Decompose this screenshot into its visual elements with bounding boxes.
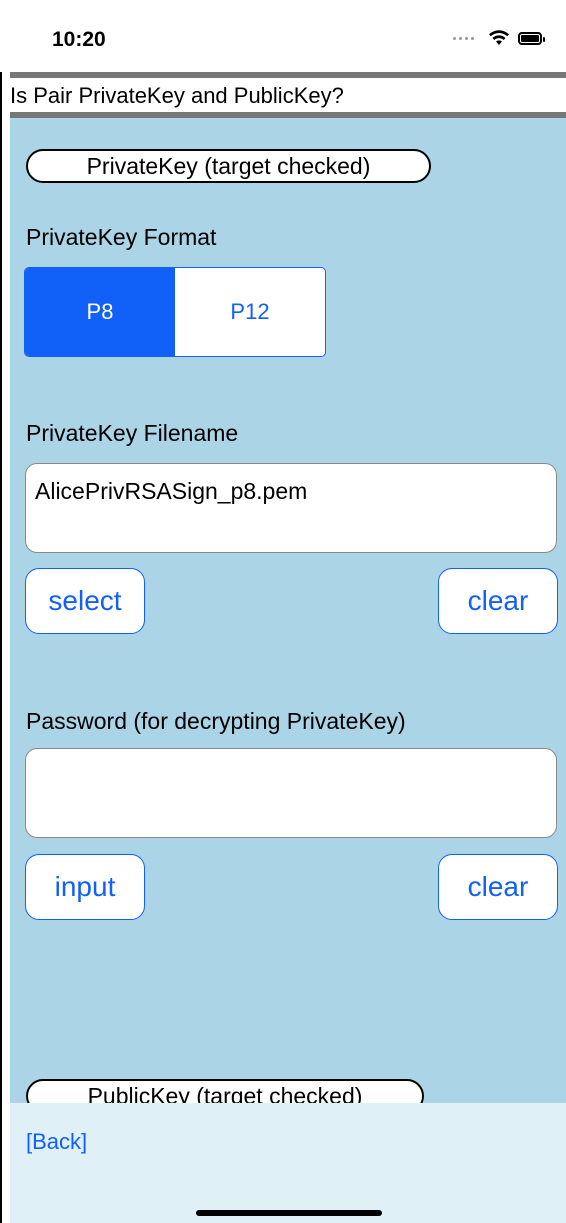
signal-dots-icon <box>453 36 474 40</box>
private-key-filename-value: AlicePrivRSASign_p8.pem <box>35 478 308 504</box>
title-bar: Is Pair PrivateKey and PublicKey? <box>10 78 566 112</box>
private-key-filename-label: PrivateKey Filename <box>26 420 239 446</box>
format-segment-p8[interactable]: P8 <box>25 268 175 356</box>
password-field[interactable] <box>25 748 557 838</box>
wifi-icon <box>489 30 509 45</box>
format-segment-p12[interactable]: P12 <box>175 268 325 356</box>
battery-icon <box>518 31 545 45</box>
bottom-bar: [Back] <box>10 1103 566 1223</box>
left-frame-border <box>0 0 2 1223</box>
private-key-header-pill[interactable]: PrivateKey (target checked) <box>26 149 431 183</box>
back-link[interactable]: [Back] <box>26 1129 87 1155</box>
status-bar: 10:20 <box>0 0 566 72</box>
status-icons <box>453 30 545 46</box>
clear-password-button[interactable]: clear <box>438 854 558 920</box>
private-key-filename-field[interactable]: AlicePrivRSASign_p8.pem <box>25 463 557 553</box>
private-key-format-segmented-control[interactable]: P8 P12 <box>24 267 326 357</box>
private-key-format-label: PrivateKey Format <box>26 224 217 250</box>
main-content[interactable]: PrivateKey (target checked) PrivateKey F… <box>10 118 566 1103</box>
status-time: 10:20 <box>52 28 106 51</box>
input-password-button[interactable]: input <box>25 854 145 920</box>
select-file-button[interactable]: select <box>25 568 145 634</box>
clear-filename-button[interactable]: clear <box>438 568 558 634</box>
public-key-header-pill[interactable]: PublicKey (target checked) <box>26 1079 424 1103</box>
password-label: Password (for decrypting PrivateKey) <box>26 708 406 734</box>
page-title: Is Pair PrivateKey and PublicKey? <box>10 83 344 108</box>
home-indicator[interactable] <box>196 1210 382 1216</box>
